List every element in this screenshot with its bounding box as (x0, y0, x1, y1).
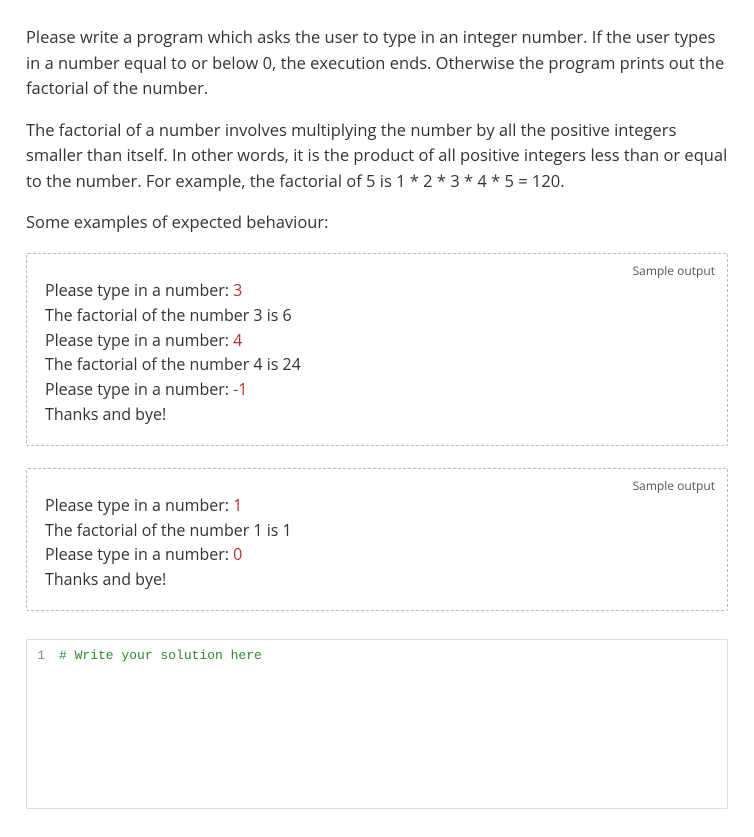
instruction-paragraph-3: Some examples of expected behaviour: (26, 209, 728, 235)
line-number: 1 (35, 646, 59, 666)
output-text: Thanks and bye! (45, 403, 166, 425)
output-text: Please type in a number: (45, 494, 233, 516)
user-input: 1 (233, 494, 242, 516)
output-text: The factorial of the number 1 is 1 (45, 519, 292, 541)
sample-output-content: Please type in a number: 3 The factorial… (45, 278, 709, 427)
instruction-paragraph-2: The factorial of a number involves multi… (26, 117, 728, 194)
sample-output-box-2: Sample output Please type in a number: 1… (26, 468, 728, 611)
output-text: Please type in a number: (45, 543, 233, 565)
output-text: Please type in a number: (45, 378, 233, 400)
output-text: Please type in a number: (45, 329, 233, 351)
editor-code[interactable]: # Write your solution here (59, 646, 262, 666)
output-text: The factorial of the number 3 is 6 (45, 304, 292, 326)
instruction-paragraph-1: Please write a program which asks the us… (26, 24, 728, 101)
output-text: Please type in a number: (45, 279, 233, 301)
code-comment: # Write your solution here (59, 648, 262, 663)
code-editor[interactable]: 1 # Write your solution here (26, 639, 728, 809)
user-input: 0 (233, 543, 242, 565)
user-input: 3 (233, 279, 242, 301)
sample-output-label: Sample output (633, 262, 715, 281)
output-text: The factorial of the number 4 is 24 (45, 353, 301, 375)
output-text: Thanks and bye! (45, 568, 166, 590)
sample-output-box-1: Sample output Please type in a number: 3… (26, 253, 728, 446)
user-input: 4 (233, 329, 242, 351)
sample-output-label: Sample output (633, 477, 715, 496)
sample-output-content: Please type in a number: 1 The factorial… (45, 493, 709, 592)
editor-line: 1 # Write your solution here (27, 646, 727, 666)
user-input: -1 (233, 378, 247, 400)
